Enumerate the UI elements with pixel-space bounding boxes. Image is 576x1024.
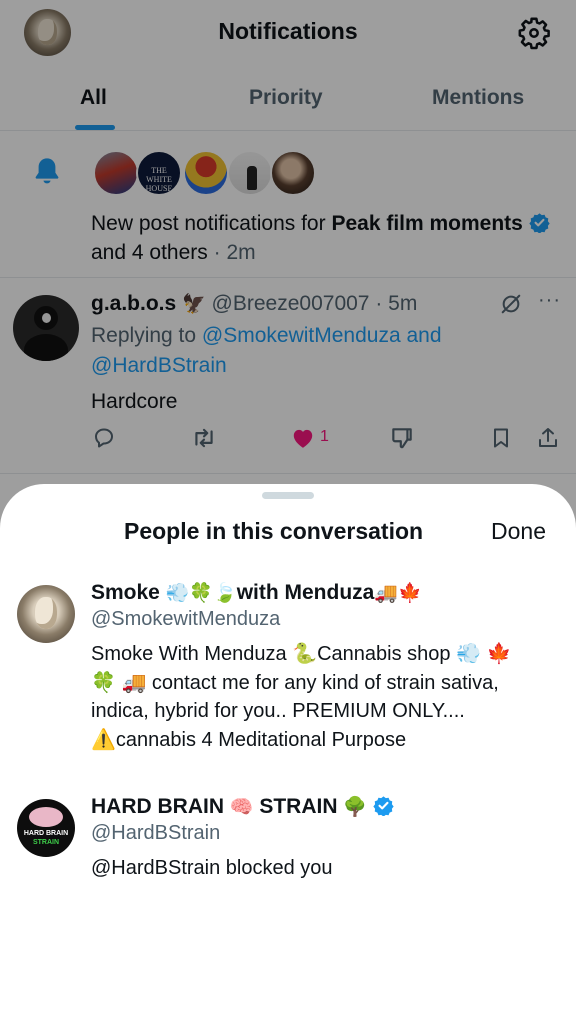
done-button[interactable]: Done <box>491 518 546 545</box>
sheet-title: People in this conversation <box>124 518 424 544</box>
person-bio: Smoke With Menduza 🐍Cannabis shop 💨 🍁 🍀 … <box>91 643 512 751</box>
person-name[interactable]: HARD BRAIN 🧠 STRAIN 🌳 <box>91 795 394 819</box>
person-avatar[interactable] <box>17 585 75 643</box>
person-handle[interactable]: @SmokewitMenduza <box>91 608 280 631</box>
people-in-conversation-sheet: People in this conversation Done Smoke 💨… <box>0 484 576 1024</box>
person-handle[interactable]: @HardBStrain <box>91 822 220 845</box>
verified-badge-icon <box>373 796 394 816</box>
sheet-grabber[interactable] <box>262 492 314 499</box>
person-name[interactable]: Smoke 💨🍀🍃with Menduza🚚🍁 <box>91 581 422 605</box>
person-status: @HardBStrain blocked you <box>91 857 333 879</box>
person-avatar[interactable]: HARD BRAIN STRAIN <box>17 799 75 857</box>
